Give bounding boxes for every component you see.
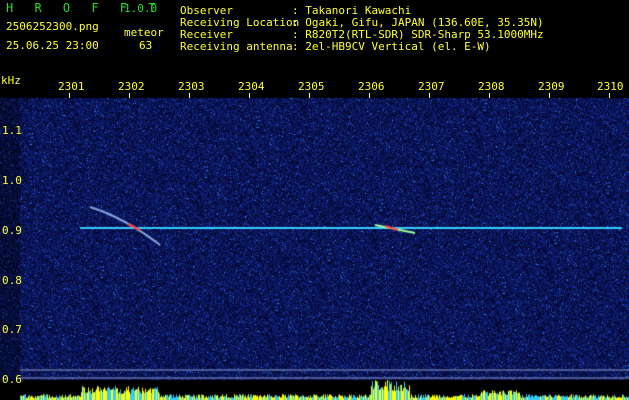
header-panel: H R O F F T 1.0.0 2506252300.png meteor … (0, 0, 629, 70)
count-label: meteor (124, 26, 164, 39)
file-name: 2506252300.png (6, 20, 99, 33)
time-tick (489, 93, 490, 98)
freq-unit-label: kHz (1, 74, 21, 87)
time-tick-label: 2306 (358, 80, 385, 93)
time-tick (549, 93, 550, 98)
time-tick-label: 2303 (178, 80, 205, 93)
time-tick-label: 2302 (118, 80, 145, 93)
freq-tick-label: 0.7 (2, 323, 22, 336)
freq-tick-label: 0.6 (2, 373, 22, 386)
time-tick (609, 93, 610, 98)
freq-tick-label: 0.8 (2, 274, 22, 287)
time-tick-label: 2305 (298, 80, 325, 93)
time-tick (369, 93, 370, 98)
time-tick-label: 2310 (597, 80, 624, 93)
app-version: 1.0.0 (124, 2, 158, 15)
time-tick-label: 2309 (538, 80, 565, 93)
freq-tick-label: 1.1 (2, 124, 22, 137)
info-value-antenna: : 2el-HB9CV Vertical (el. E-W) (292, 40, 491, 53)
freq-tick-label: 0.9 (2, 224, 22, 237)
time-tick (429, 93, 430, 98)
time-tick (69, 93, 70, 98)
time-tick (309, 93, 310, 98)
datetime: 25.06.25 23:00 (6, 39, 99, 52)
freq-tick-label: 1.0 (2, 174, 22, 187)
time-tick (249, 93, 250, 98)
time-tick-label: 2307 (418, 80, 445, 93)
info-label-antenna: Receiving antenna (180, 40, 293, 53)
count-value: 63 (139, 39, 153, 52)
time-tick-label: 2308 (478, 80, 505, 93)
time-tick-label: 2304 (238, 80, 265, 93)
time-tick (129, 93, 130, 98)
time-tick (189, 93, 190, 98)
time-tick-label: 2301 (58, 80, 85, 93)
spectrogram (0, 70, 629, 400)
